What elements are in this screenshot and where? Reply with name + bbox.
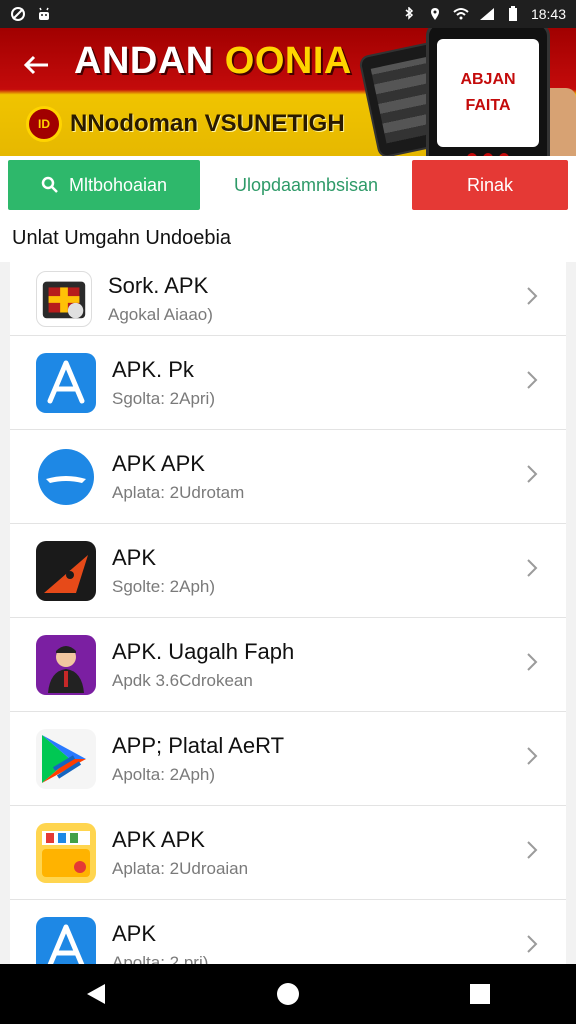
bluetooth-icon	[401, 6, 417, 22]
status-time: 18:43	[530, 6, 566, 22]
app-meta: Apolta: 2 pri)	[112, 952, 209, 965]
chevron-right-icon	[526, 746, 546, 772]
app-name: APK APK	[112, 450, 205, 476]
list-item[interactable]: APK. Pk Sgolta: 2Apri)	[10, 336, 566, 430]
app-list-container[interactable]: Sork. APK Agokal Aiaao) APK. Pk Sgolta: …	[0, 262, 576, 964]
blocked-circle-icon	[10, 6, 26, 22]
app-meta: Sgolte: 2Aph)	[112, 576, 216, 596]
middle-tab[interactable]: Ulopdaamnbsisan	[208, 160, 404, 210]
status-bar: 18:43	[0, 0, 576, 28]
list-item[interactable]: APK. Uagalh Faph Apdk 3.6Cdrokean	[10, 618, 566, 712]
list-item[interactable]: APK Apolta: 2 pri)	[10, 900, 566, 964]
chevron-right-icon	[526, 558, 546, 584]
orange-arrow-app-icon	[36, 540, 96, 601]
list-item[interactable]: APP; Platal AeRT Apolta: 2Aph)	[10, 712, 566, 806]
list-item[interactable]: APK APK Aplata: 2Udroaian	[10, 806, 566, 900]
app-name: APK	[112, 920, 157, 946]
banner-subtitle: NNodoman VSUNETIGH	[70, 110, 345, 137]
banner-phone-text-2: FAITA	[465, 97, 511, 114]
banner-subtitle-row: ID NNodoman VSUNETIGH	[26, 106, 345, 142]
chevron-right-icon	[526, 652, 546, 678]
play-store-app-icon	[36, 728, 96, 789]
app-name: APP; Platal AeRT	[112, 732, 285, 758]
android-robot-icon	[36, 6, 52, 22]
app-name: Sork. APK	[108, 272, 209, 298]
back-arrow-icon[interactable]	[20, 48, 54, 82]
app-meta: Apdk 3.6Cdrokean	[112, 670, 253, 690]
app-name: APK APK	[112, 826, 205, 852]
location-pin-icon	[427, 6, 443, 22]
banner-title-part2: OONIA	[224, 40, 352, 82]
app-banner: ANDAN OONIA ID NNodoman VSUNETIGH ABJAN …	[0, 28, 576, 156]
app-store-a-icon	[36, 916, 96, 964]
app-list: Sork. APK Agokal Aiaao) APK. Pk Sgolta: …	[10, 262, 566, 964]
list-item[interactable]: Sork. APK Agokal Aiaao)	[10, 262, 566, 336]
search-icon	[41, 176, 59, 194]
banner-title: ANDAN OONIA	[74, 40, 352, 83]
section-title: Unlat Umgahn Undoebia	[0, 214, 576, 262]
app-name: APK. Uagalh Faph	[112, 638, 295, 664]
square-recents-icon[interactable]	[456, 970, 504, 1018]
banner-badge-icon: ID	[26, 106, 62, 142]
app-meta: Aplata: 2Udrotam	[112, 482, 245, 502]
app-meta: Aplata: 2Udroaian	[112, 858, 249, 878]
chevron-right-icon	[526, 286, 546, 312]
gift-shield-app-icon	[36, 270, 92, 327]
search-tab-label: Mltbohoaian	[68, 174, 168, 195]
status-right: 18:43	[401, 6, 566, 22]
folder-app-icon	[36, 822, 96, 883]
person-avatar-app-icon	[36, 634, 96, 695]
circle-home-icon[interactable]	[264, 970, 312, 1018]
banner-phone-image: ABJAN FAITA	[426, 28, 550, 156]
app-meta: Sgolta: 2Apri)	[112, 388, 215, 408]
chevron-right-icon	[526, 934, 546, 960]
wifi-icon	[453, 6, 469, 22]
chevron-right-icon	[526, 370, 546, 396]
chevron-right-icon	[526, 840, 546, 866]
signal-icon	[479, 6, 495, 22]
search-tab[interactable]: Mltbohoaian	[8, 160, 200, 210]
list-item[interactable]: APK Sgolte: 2Aph)	[10, 524, 566, 618]
list-item[interactable]: APK APK Aplata: 2Udrotam	[10, 430, 566, 524]
chevron-right-icon	[526, 464, 546, 490]
red-action-tab[interactable]: Rinak	[412, 160, 568, 210]
battery-icon	[505, 6, 521, 22]
system-nav-bar	[0, 964, 576, 1024]
blue-circle-app-icon	[36, 446, 96, 507]
app-name: APK	[112, 544, 157, 570]
app-meta: Agokal Aiaao)	[108, 304, 213, 324]
app-name: APK. Pk	[112, 356, 194, 382]
app-store-a-icon	[36, 352, 96, 413]
action-tabs: Mltbohoaian Ulopdaamnbsisan Rinak	[0, 156, 576, 214]
triangle-back-icon[interactable]	[72, 970, 120, 1018]
status-left	[10, 6, 52, 22]
banner-phone-text-1: ABJAN	[460, 71, 516, 88]
banner-title-part1: ANDAN	[74, 40, 225, 82]
app-meta: Apolta: 2Aph)	[112, 764, 216, 784]
